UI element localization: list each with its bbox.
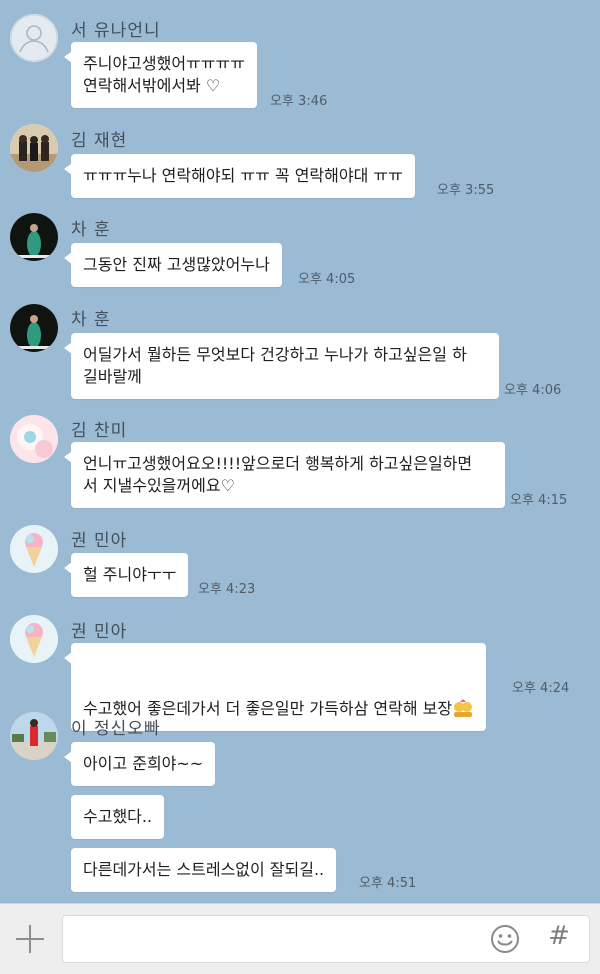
avatar-photo-icon[interactable] bbox=[10, 615, 58, 663]
sender-name: 차 훈 bbox=[71, 220, 111, 240]
message-time: 오후 4:15 bbox=[510, 493, 568, 508]
message-time: 오후 3:46 bbox=[270, 94, 328, 109]
chat-area[interactable]: 서 유나언니 주니야고생했어ㅠㅠㅠㅠ 연락해서밖에서봐 ♡ 오후 3:46 김 … bbox=[0, 0, 600, 903]
avatar-photo-icon[interactable] bbox=[10, 525, 58, 573]
emoji-couple-icon bbox=[452, 676, 474, 717]
message-time: 오후 4:24 bbox=[512, 681, 570, 696]
message-time: 오후 4:23 bbox=[198, 582, 256, 597]
avatar-photo-icon[interactable] bbox=[10, 712, 58, 760]
sender-name: 서 유나언니 bbox=[71, 21, 161, 41]
message-bubble[interactable]: 헐 주니야ㅜㅜ bbox=[63, 553, 189, 597]
message-bubble[interactable]: ㅠㅠㅠ누나 연락해야되 ㅠㅠ 꼭 연락해야대 ㅠㅠ bbox=[64, 154, 415, 198]
message-time: 오후 4:51 bbox=[359, 876, 417, 891]
plus-icon[interactable] bbox=[13, 922, 47, 956]
sender-name: 권 민아 bbox=[71, 531, 128, 551]
message-time: 오후 4:06 bbox=[504, 383, 562, 398]
sender-name: 김 찬미 bbox=[71, 421, 128, 441]
avatar-photo-icon[interactable] bbox=[10, 213, 58, 261]
sender-name: 이 정신오빠 bbox=[71, 719, 161, 739]
hash-icon[interactable]: # bbox=[545, 921, 573, 955]
message-bubble[interactable]: 어딜가서 뭘하든 무엇보다 건강하고 누나가 하고싶은일 하 길바랄께 bbox=[64, 333, 499, 399]
avatar-photo-icon[interactable] bbox=[10, 124, 58, 172]
message-bubble[interactable]: 다른데가서는 스트레스없이 잘되길.. bbox=[71, 848, 337, 892]
avatar-default-icon[interactable] bbox=[10, 14, 58, 62]
avatar-photo-icon[interactable] bbox=[10, 304, 58, 352]
sender-name: 차 훈 bbox=[71, 310, 111, 330]
message-time: 오후 3:55 bbox=[437, 183, 495, 198]
smiley-icon[interactable] bbox=[489, 923, 521, 955]
message-bubble[interactable]: 아이고 준희야~~ bbox=[63, 742, 216, 786]
message-time: 오후 4:05 bbox=[298, 272, 356, 287]
message-bubble[interactable]: 그동안 진짜 고생많았어누나 bbox=[64, 243, 282, 287]
sender-name: 권 민아 bbox=[71, 622, 128, 642]
message-bubble[interactable]: 수고했다.. bbox=[71, 795, 165, 839]
sender-name: 김 재현 bbox=[71, 131, 128, 151]
message-bubble[interactable]: 주니야고생했어ㅠㅠㅠㅠ 연락해서밖에서봐 ♡ bbox=[64, 42, 257, 108]
message-bubble[interactable]: 언니ㅠ고생했어요오!!!!앞으로더 행복하게 하고싶은일하면 서 지낼수있을꺼에… bbox=[64, 442, 505, 508]
input-bar: # bbox=[0, 903, 600, 974]
avatar-photo-icon[interactable] bbox=[10, 415, 58, 463]
